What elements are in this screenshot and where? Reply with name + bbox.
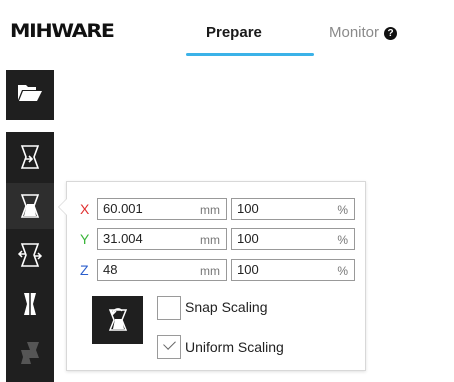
rotate-tool-button[interactable] [6, 232, 54, 278]
percent-y-field[interactable]: % [231, 228, 355, 250]
reset-scale-icon [105, 304, 131, 337]
size-x-field[interactable]: mm [97, 198, 227, 220]
uniform-scaling-label[interactable]: Uniform Scaling [185, 339, 284, 355]
per-model-settings-icon [17, 340, 43, 366]
axis-label-z: Z [80, 262, 89, 278]
mirror-tool-icon [18, 291, 42, 317]
axis-label-x: X [80, 201, 90, 217]
active-tab-indicator [186, 53, 314, 56]
percent-x-input[interactable] [237, 201, 307, 216]
move-tool-button[interactable] [6, 134, 54, 180]
open-file-button[interactable] [6, 70, 54, 120]
unit-mm-x: mm [200, 203, 220, 217]
folder-open-icon [17, 83, 43, 108]
size-z-field[interactable]: mm [97, 259, 227, 281]
unit-percent-x: % [337, 203, 348, 217]
per-model-settings-button[interactable] [6, 330, 54, 376]
scale-tool-button[interactable] [6, 183, 54, 229]
panel-pointer-fill [59, 199, 67, 215]
size-y-field[interactable]: mm [97, 228, 227, 250]
mirror-tool-button[interactable] [6, 281, 54, 327]
tab-monitor[interactable]: Monitor? [329, 24, 398, 41]
app-logo: MIHWARE [10, 20, 115, 42]
percent-y-input[interactable] [237, 231, 307, 246]
snap-scaling-checkbox[interactable] [157, 296, 181, 320]
reset-scale-button[interactable] [92, 296, 143, 344]
rotate-tool-icon [17, 242, 43, 268]
tab-prepare-label: Prepare [206, 24, 262, 41]
size-x-input[interactable] [103, 201, 183, 216]
tool-sidebar [6, 132, 54, 382]
tab-prepare[interactable]: Prepare [206, 24, 262, 41]
tab-monitor-label: Monitor [329, 24, 380, 41]
size-y-input[interactable] [103, 231, 183, 246]
unit-mm-y: mm [200, 233, 220, 247]
percent-x-field[interactable]: % [231, 198, 355, 220]
percent-z-field[interactable]: % [231, 259, 355, 281]
unit-percent-y: % [337, 233, 348, 247]
percent-z-input[interactable] [237, 262, 307, 277]
snap-scaling-label[interactable]: Snap Scaling [185, 299, 268, 315]
size-z-input[interactable] [103, 262, 183, 277]
checkmark-icon [163, 337, 176, 350]
scale-tool-icon [18, 193, 42, 219]
axis-label-y: Y [80, 231, 90, 247]
question-circle-icon[interactable]: ? [384, 27, 398, 40]
unit-mm-z: mm [200, 264, 220, 278]
uniform-scaling-checkbox[interactable] [157, 335, 181, 359]
unit-percent-z: % [337, 264, 348, 278]
move-tool-icon [18, 144, 42, 170]
